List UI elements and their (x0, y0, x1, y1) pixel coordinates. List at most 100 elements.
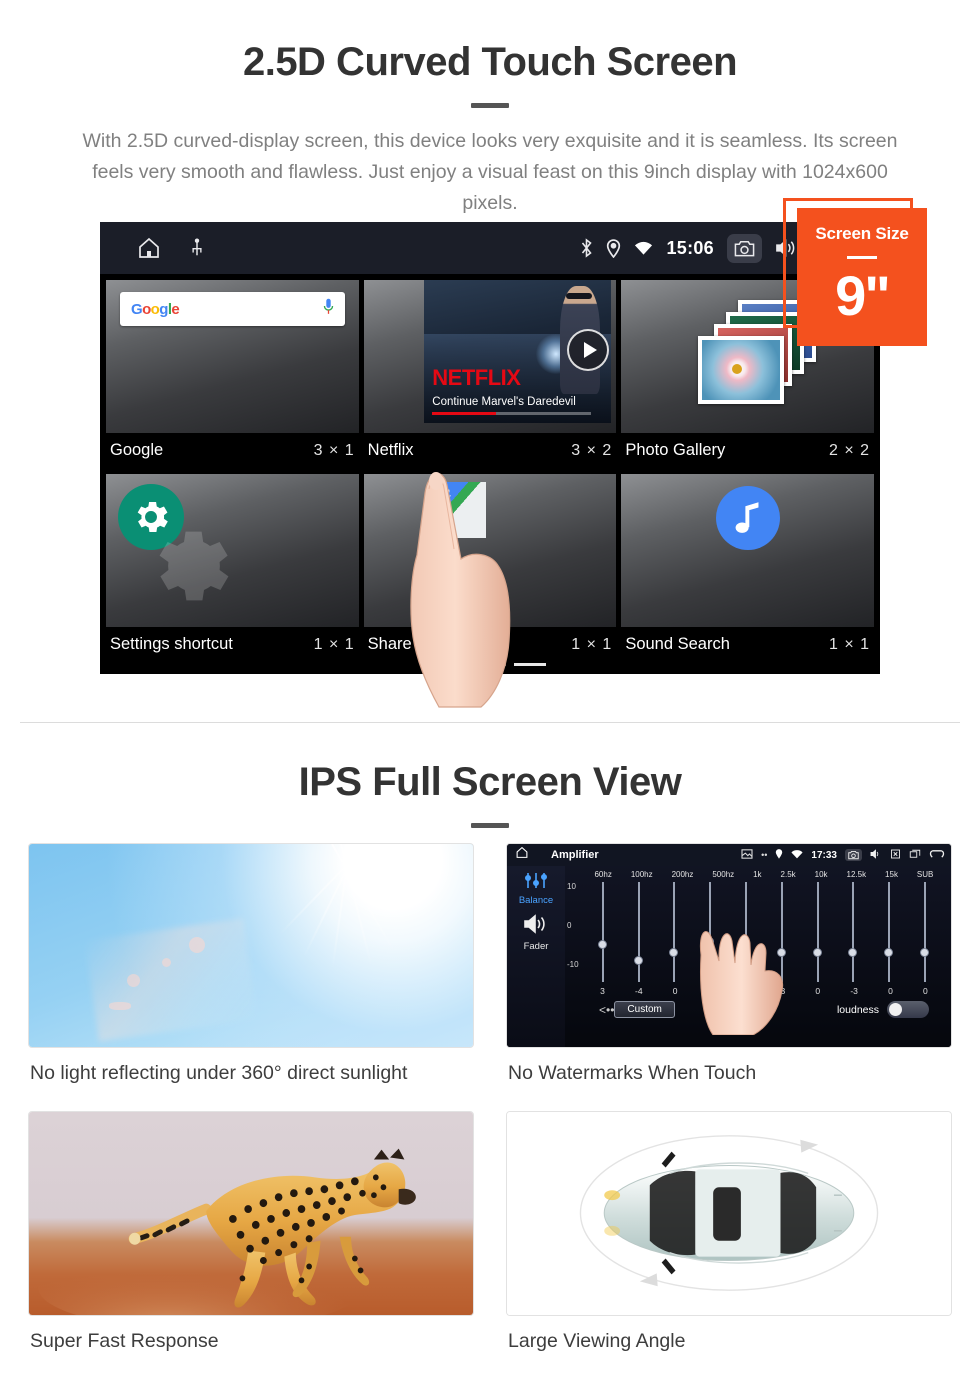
widget-cell-google[interactable]: Google Google 3 × 1 (106, 280, 359, 469)
running-cheetah-photo (28, 1111, 474, 1316)
band-label: 15k (885, 870, 898, 879)
sliders-icon[interactable] (523, 873, 549, 893)
usb-icon[interactable] (190, 238, 204, 258)
eq-slider[interactable] (812, 882, 822, 982)
google-logo: Google (131, 300, 180, 318)
eq-slider[interactable] (669, 882, 679, 982)
touching-hand-illustration (685, 905, 795, 1036)
page-dot[interactable] (434, 663, 466, 666)
previous-preset-icon[interactable]: <•• (599, 1003, 614, 1017)
recent-apps-icon[interactable] (909, 846, 921, 864)
home-icon[interactable] (515, 846, 529, 864)
feature-card-watermarks: Amplifier •• 17:33 Balance Fader 60hz 10… (506, 843, 952, 1107)
feature-caption: No Watermarks When Touch (508, 1062, 757, 1084)
volume-icon[interactable] (870, 846, 882, 864)
widget-size: 1 × 1 (571, 635, 613, 653)
widget-preview-settings (106, 474, 359, 627)
fader-label[interactable]: Fader (507, 941, 565, 952)
widget-name: Photo Gallery (625, 441, 726, 459)
widget-size: 2 × 2 (828, 441, 870, 459)
amplifier-status-bar: Amplifier •• 17:33 (507, 844, 951, 866)
badge-value: 9" (835, 264, 891, 327)
eq-slider[interactable] (633, 882, 643, 982)
screen-size-badge: Screen Size 9" (797, 208, 927, 346)
speaker-icon[interactable] (523, 913, 549, 940)
widget-name: Settings shortcut (110, 635, 233, 653)
widget-cell-netflix[interactable]: NETFLIX Continue Marvel's Daredevil Netf… (363, 280, 617, 469)
microphone-icon[interactable] (323, 298, 334, 320)
widget-name: Google (110, 441, 164, 459)
wifi-icon[interactable] (791, 846, 803, 864)
widget-cell-share-location[interactable]: G Share location 1 × 1 (363, 474, 617, 663)
widget-size: 3 × 1 (313, 441, 355, 459)
eq-slider[interactable] (848, 882, 858, 982)
google-maps-icon: G (434, 482, 487, 538)
eq-value: -3 (850, 986, 858, 996)
android-device-screen: 15:06 Google Google 3 × 1 NETFLIX Contin… (100, 222, 880, 674)
widget-name: Sound Search (625, 635, 730, 653)
bluetooth-icon[interactable] (580, 238, 593, 258)
netflix-poster: NETFLIX Continue Marvel's Daredevil (424, 280, 612, 423)
feature-card-fast-response: Super Fast Response (28, 1111, 474, 1375)
eq-value: 3 (600, 986, 605, 996)
home-icon[interactable] (136, 236, 162, 260)
amplifier-equalizer-screenshot: Amplifier •• 17:33 Balance Fader 60hz 10… (506, 843, 952, 1048)
widget-cell-sound-search[interactable]: Sound Search 1 × 1 (621, 474, 874, 663)
balance-label[interactable]: Balance (507, 895, 565, 906)
feature-caption: No light reflecting under 360° direct su… (30, 1062, 408, 1084)
camera-icon[interactable] (727, 233, 762, 263)
feature-card-sunlight: No light reflecting under 360° direct su… (28, 843, 474, 1107)
status-bar-clock: 15:06 (666, 237, 714, 258)
car-top-view-illustration (506, 1111, 952, 1316)
location-pin-icon[interactable] (775, 846, 783, 864)
eq-slider[interactable] (597, 882, 607, 982)
band-label: 100hz (630, 870, 653, 879)
scale-mid: 0 (567, 921, 572, 930)
equalizer-band-labels: 60hz 100hz 200hz 500hz 1k 2.5k 10k 12.5k… (585, 870, 943, 879)
section-divider (20, 722, 960, 723)
widget-size: 1 × 1 (828, 635, 870, 653)
scale-min: -10 (567, 960, 579, 969)
band-label: 2.5k (780, 870, 796, 879)
eq-slider[interactable] (884, 882, 894, 982)
feature-caption: Large Viewing Angle (508, 1330, 686, 1352)
widget-preview-share-location: G (363, 474, 617, 627)
close-box-icon[interactable] (890, 846, 901, 864)
page-dot[interactable] (474, 663, 506, 666)
page-dot-active[interactable] (514, 663, 546, 666)
badge-divider (847, 256, 877, 259)
netflix-brand: NETFLIX (432, 365, 521, 390)
eq-slider[interactable] (920, 882, 930, 982)
amplifier-title: Amplifier (551, 849, 599, 861)
title-underline (471, 103, 509, 108)
sunny-sky-photo (28, 843, 474, 1048)
badge-label: Screen Size (815, 224, 909, 243)
eq-value: -4 (635, 986, 643, 996)
feature-card-viewing-angle: Large Viewing Angle (506, 1111, 952, 1375)
camera-icon[interactable] (845, 849, 862, 861)
band-label: 10k (814, 870, 828, 879)
band-label: 500hz (712, 870, 735, 879)
scale-max: 10 (567, 882, 576, 891)
section-1-header: 2.5D Curved Touch Screen With 2.5D curve… (0, 40, 980, 219)
play-icon[interactable] (567, 328, 610, 371)
widget-name: Share location (367, 635, 474, 653)
amplifier-side-controls: Balance Fader (507, 866, 565, 1047)
preset-button[interactable]: Custom (614, 1001, 675, 1018)
android-status-bar: 15:06 (100, 222, 880, 274)
google-search-bar[interactable]: Google (120, 292, 345, 326)
page-title: 2.5D Curved Touch Screen (242, 40, 738, 84)
back-arrow-icon[interactable] (929, 846, 945, 864)
gallery-icon[interactable] (741, 846, 753, 864)
band-label: 200hz (671, 870, 694, 879)
loudness-toggle[interactable] (887, 1001, 929, 1018)
music-note-icon (715, 486, 780, 550)
equalizer-scale: 10 0 -10 (567, 882, 583, 1007)
widget-cell-settings-shortcut[interactable]: Settings shortcut 1 × 1 (106, 474, 359, 663)
more-dots-icon[interactable]: •• (761, 850, 767, 860)
page-description: With 2.5D curved-display screen, this de… (82, 130, 898, 214)
widget-picker-grid: Google Google 3 × 1 NETFLIX Continue Mar… (100, 274, 880, 663)
location-pin-icon[interactable] (606, 238, 621, 258)
page-indicator[interactable] (434, 663, 546, 666)
wifi-icon[interactable] (634, 241, 653, 256)
